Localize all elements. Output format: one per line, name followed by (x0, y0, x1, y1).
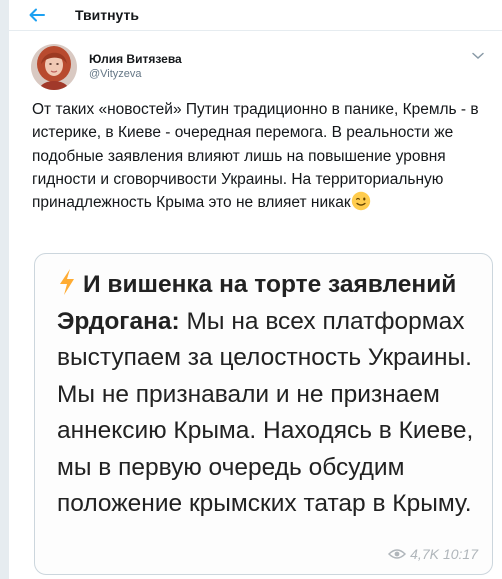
quoted-tweet[interactable]: И вишенка на торте заявлений Эрдогана: М… (34, 253, 493, 575)
chevron-down-icon (472, 52, 484, 60)
topbar: Твитнуть (9, 0, 502, 31)
tweet-body: От таких «новостей» Путин традиционно в … (32, 101, 483, 212)
quote-text: И вишенка на торте заявлений Эрдогана: М… (57, 267, 487, 523)
more-options-button[interactable] (471, 48, 485, 60)
back-button[interactable] (25, 4, 49, 26)
arrow-left-icon (29, 8, 45, 22)
tweet-text: От таких «новостей» Путин традиционно в … (32, 98, 500, 214)
eye-icon (388, 549, 407, 559)
winking-face-icon (351, 191, 370, 211)
author-handle[interactable]: @Vityzeva (89, 68, 142, 80)
views-count: 4,7K (410, 546, 439, 562)
avatar[interactable] (31, 44, 77, 90)
lightning-icon (60, 269, 74, 295)
author-name[interactable]: Юлия Витязева (89, 52, 182, 66)
tweet-header: Юлия Витязева @Vityzeva (9, 31, 502, 91)
quote-meta: 4,7K 10:17 (388, 546, 478, 562)
avatar-image (31, 44, 77, 90)
quote-body: Мы на всех платформах выступаем за целос… (57, 307, 474, 518)
timestamp: 10:17 (442, 546, 478, 562)
tweet-panel: Твитнуть Юлия Витязева @Vityzeva От таки… (8, 0, 502, 579)
page-title: Твитнуть (75, 7, 139, 23)
